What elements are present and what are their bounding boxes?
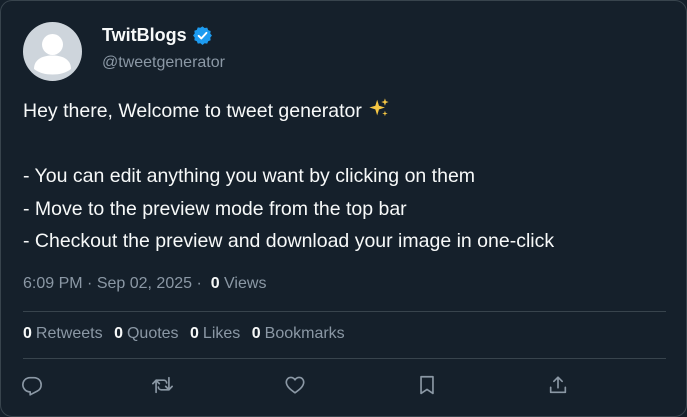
tweet-line (23, 128, 663, 161)
tweet-stats: 0 Retweets 0 Quotes 0 Likes 0 Bookmarks (23, 325, 352, 343)
tweet-card: TwitBlogs @tweetgenerator Hey there, Wel… (0, 0, 687, 417)
views-count: 0 (210, 275, 220, 292)
tweet-text: Hey there, Welcome to tweet generator - … (23, 95, 663, 258)
author-handle[interactable]: @tweetgenerator (102, 54, 225, 72)
tweet-line-text: - You can edit anything you want by clic… (23, 165, 476, 187)
tweet-line: Hey there, Welcome to tweet generator (23, 95, 663, 128)
share-button[interactable] (547, 374, 571, 398)
stat-count: 0 (23, 325, 32, 342)
share-icon (549, 376, 567, 394)
tweet-meta: 6:09 PM · Sep 02, 2025 · 0 Views (23, 275, 267, 292)
tweet-line-text: - Checkout the preview and download your… (23, 230, 555, 252)
tweet-date[interactable]: Sep 02, 2025 (97, 275, 192, 292)
divider (23, 358, 666, 359)
quotes-stat[interactable]: 0 Quotes (114, 325, 179, 342)
author-name[interactable]: TwitBlogs (102, 25, 213, 46)
retweet-icon (152, 376, 173, 394)
bookmarks-stat[interactable]: 0 Bookmarks (252, 325, 345, 342)
divider (23, 311, 666, 312)
tweet-line: - You can edit anything you want by clic… (23, 160, 663, 193)
likes-stat[interactable]: 0 Likes (190, 325, 240, 342)
views-label: Views (224, 275, 267, 292)
like-icon (285, 376, 305, 394)
verified-badge-icon (192, 25, 213, 46)
reply-icon (22, 376, 42, 396)
tweet-time[interactable]: 6:09 PM (23, 275, 83, 292)
tweet-line-text: Hey there, Welcome to tweet generator (23, 100, 362, 122)
stat-label: Bookmarks (264, 325, 345, 342)
bookmark-button[interactable] (416, 374, 440, 398)
retweet-button[interactable] (151, 374, 175, 398)
stat-count: 0 (190, 325, 199, 342)
tweet-line-text: - Move to the preview mode from the top … (23, 197, 407, 220)
tweet-line: - Move to the preview mode from the top … (23, 193, 663, 226)
like-button[interactable] (284, 374, 308, 398)
stat-label: Likes (202, 325, 241, 342)
avatar[interactable] (23, 22, 82, 81)
reply-button[interactable] (21, 374, 45, 398)
stat-label: Quotes (126, 325, 179, 342)
sparkles-icon (368, 97, 390, 130)
stat-count: 0 (251, 325, 261, 342)
bookmark-icon (420, 375, 434, 395)
stat-label: Retweets (35, 325, 103, 342)
default-avatar-icon (23, 22, 82, 81)
stat-count: 0 (114, 325, 123, 342)
author-display-name[interactable]: TwitBlogs (102, 25, 187, 46)
tweet-line: - Checkout the preview and download your… (23, 225, 663, 258)
retweets-stat[interactable]: 0 Retweets (23, 325, 103, 342)
